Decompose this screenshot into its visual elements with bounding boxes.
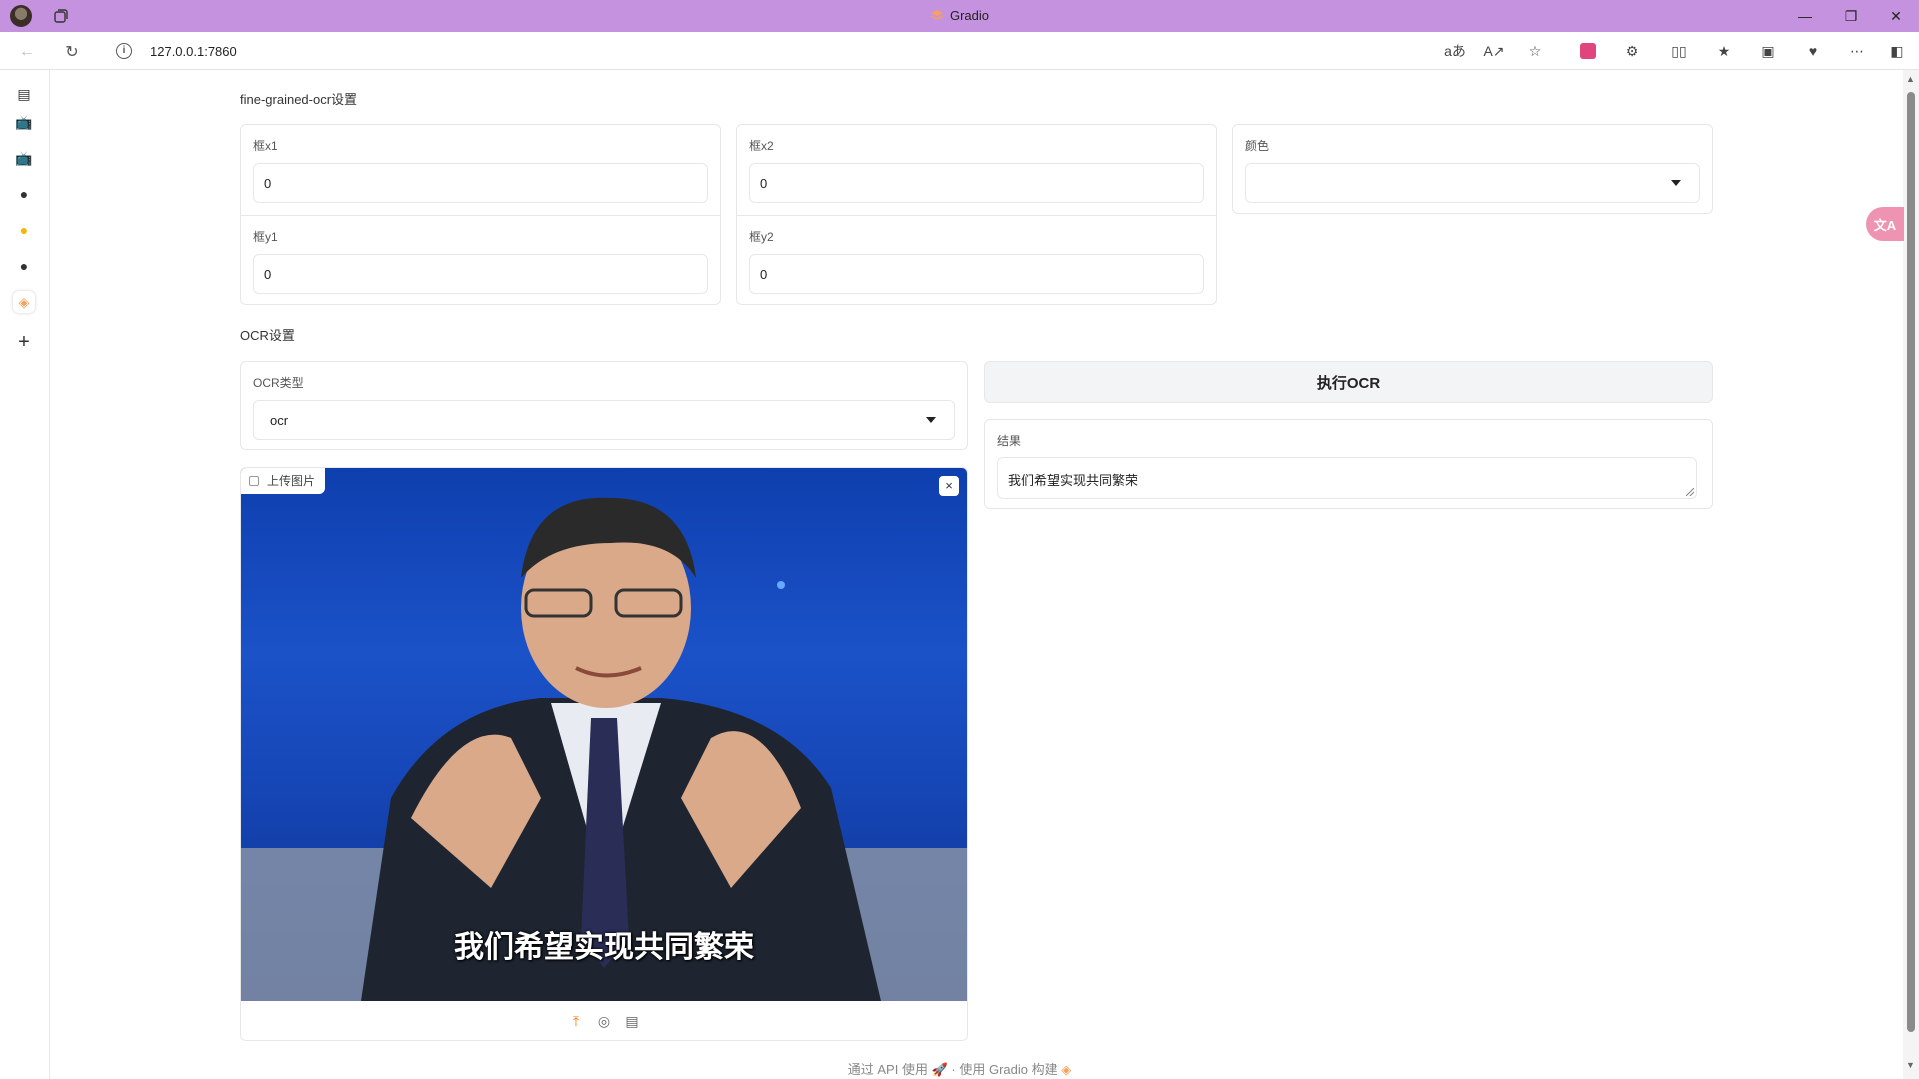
app-pink-icon[interactable] [1577,40,1599,62]
upload-icon[interactable]: ⤒ [567,1012,585,1030]
image-upload-panel: 我们希望实现共同繁荣 上传图片 × ⤒ ◎ ▤ [240,467,968,1041]
x2-input[interactable]: 0 [749,163,1204,203]
back-icon[interactable]: ← [14,39,40,65]
url-field[interactable]: i 127.0.0.1:7860 [102,36,1452,66]
ocr-type-label: OCR类型 [253,376,304,390]
divider [241,215,720,216]
box-x2-y2-panel: 框x2 0 框y2 0 [736,124,1217,305]
box-x1-y1-panel: 框x1 0 框y1 0 [240,124,721,305]
uploaded-image: 我们希望实现共同繁荣 上传图片 × [241,468,967,1001]
api-link[interactable]: 通过 API 使用 [848,1062,928,1077]
image-icon [249,476,259,486]
result-textarea[interactable]: 我们希望实现共同繁荣 [997,457,1697,499]
chevron-down-icon [1671,180,1681,186]
scroll-up-icon[interactable]: ▲ [1906,74,1915,84]
read-aloud-icon[interactable]: A↗ [1483,40,1505,62]
favorite-star-icon[interactable]: ☆ [1524,40,1546,62]
image-upload-tag: 上传图片 [241,468,326,494]
gradio-icon [930,10,944,20]
x1-label: 框x1 [253,139,278,153]
extensions-icon[interactable]: ⚙ [1621,40,1643,62]
chat-bot-icon[interactable]: ● [13,219,35,241]
github-icon[interactable]: ● [13,183,35,205]
split-screen-icon[interactable]: ▯▯ [1668,40,1690,62]
image-upload-tag-label: 上传图片 [267,474,316,488]
title-bar: Gradio — ❐ ✕ [0,0,1919,32]
more-icon[interactable]: ⋯ [1846,40,1868,62]
sidebar-toggle-icon[interactable]: ◧ [1886,40,1908,62]
clear-image-button[interactable]: × [939,476,959,496]
footer: 通过 API 使用 🚀 · 使用 Gradio 构建 ◈ [0,1059,1919,1078]
built-with-gradio-link[interactable]: 使用 Gradio 构建 [959,1062,1057,1077]
url-text: 127.0.0.1:7860 [150,44,237,59]
ocr-type-value: ocr [270,413,289,428]
page-scrollbar[interactable]: ▲ ▼ [1903,70,1919,1079]
bilibili-icon[interactable]: 📺 [13,147,35,169]
favorites-icon[interactable]: ★ [1713,40,1735,62]
chevron-down-icon [926,417,936,423]
image-source-bar: ⤒ ◎ ▤ [241,1001,967,1040]
color-panel: 颜色 [1232,124,1713,214]
translate-float-button[interactable]: 文A [1866,207,1904,241]
finegrained-section-label: fine-grained-ocr设置 [240,92,358,107]
ocr-section-label: OCR设置 [240,328,295,343]
color-dropdown[interactable] [1245,163,1700,203]
gradio-icon[interactable]: ◈ [13,291,35,313]
webcam-icon[interactable]: ◎ [595,1012,613,1030]
github-icon[interactable]: ● [13,255,35,277]
close-window-button[interactable]: ✕ [1873,0,1919,32]
run-ocr-button[interactable]: 执行OCR [984,361,1713,403]
performance-icon[interactable]: ♥ [1802,40,1824,62]
gradio-icon: ◈ [1061,1062,1072,1077]
result-label: 结果 [997,434,1022,448]
image-caption-text: 我们希望实现共同繁荣 [454,930,754,965]
site-info-icon[interactable]: i [116,43,132,59]
read-aloud-translate-icon[interactable]: aあ [1444,40,1466,62]
restore-button[interactable]: ❐ [1828,0,1874,32]
add-icon[interactable]: + [13,331,35,353]
minimize-button[interactable]: — [1782,0,1828,32]
window-title: Gradio [0,8,1919,23]
color-label: 颜色 [1245,139,1270,153]
scroll-thumb[interactable] [1907,92,1915,1032]
x1-input[interactable]: 0 [253,163,708,203]
window-title-text: Gradio [949,8,990,23]
y1-label: 框y1 [253,230,278,244]
y2-label: 框y2 [749,230,774,244]
footer-separator: · [951,1062,956,1077]
x2-label: 框x2 [749,139,774,153]
tab-icon[interactable]: ▤ [13,83,35,105]
y2-input[interactable]: 0 [749,254,1204,294]
clipboard-icon[interactable]: ▤ [623,1012,641,1030]
refresh-icon[interactable]: ↻ [59,39,85,65]
bilibili-icon[interactable]: 📺 [13,111,35,133]
collections-icon[interactable]: ▣ [1757,40,1779,62]
y1-input[interactable]: 0 [253,254,708,294]
rocket-icon: 🚀 [931,1062,952,1077]
browser-sidebar: ▤ 📺 📺 ● ● ● ◈ + [0,70,50,1079]
ocr-type-panel: OCR类型 ocr [240,361,968,450]
divider [737,215,1216,216]
ocr-type-dropdown[interactable]: ocr [253,400,955,440]
resize-handle-icon[interactable] [1686,488,1694,496]
result-text: 我们希望实现共同繁荣 [1008,473,1139,488]
